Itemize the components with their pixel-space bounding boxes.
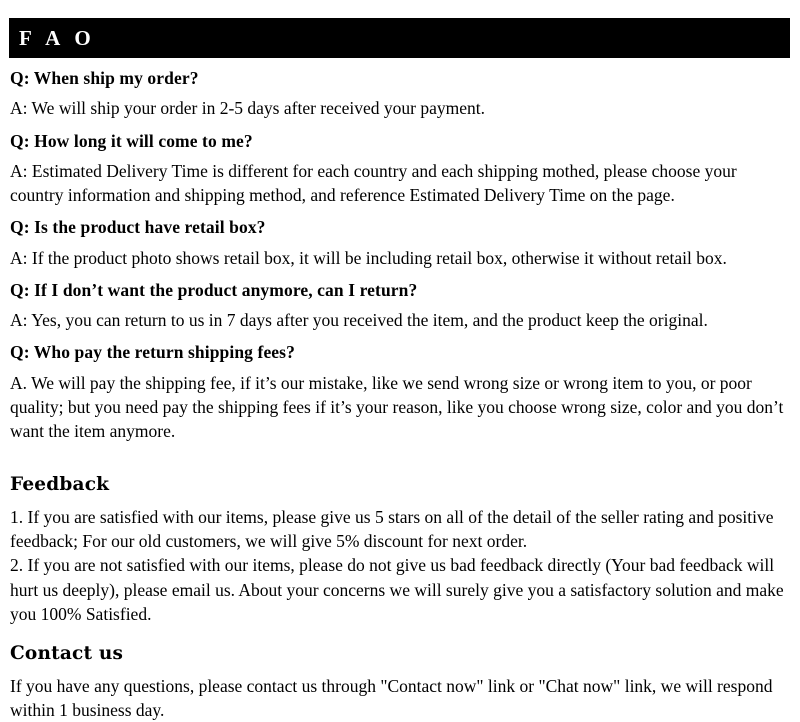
faq-item: Q: Who pay the return shipping fees? A. … <box>9 341 790 443</box>
feedback-heading: Feedback <box>10 474 110 496</box>
faq-answer: A: We will ship your order in 2-5 days a… <box>10 98 486 119</box>
faq-page: F A O Q: When ship my order? A: We will … <box>0 0 800 720</box>
contact-body: If you have any questions, please contac… <box>10 674 790 722</box>
faq-item: Q: If I don’t want the product anymore, … <box>9 279 790 333</box>
feedback-section: Feedback 1. If you are satisfied with ou… <box>9 473 790 626</box>
faq-question: Q: If I don’t want the product anymore, … <box>10 279 418 300</box>
feedback-paragraph: 1. If you are satisfied with our items, … <box>10 507 774 552</box>
faq-answer: A: If the product photo shows retail box… <box>10 247 727 268</box>
feedback-body: 1. If you are satisfied with our items, … <box>10 505 790 626</box>
faq-item: Q: Is the product have retail box? A: If… <box>9 216 790 270</box>
faq-question: Q: Is the product have retail box? <box>10 217 266 238</box>
faq-item: Q: How long it will come to me? A: Estim… <box>9 130 790 208</box>
faq-question: Q: How long it will come to me? <box>10 130 253 151</box>
faq-item: Q: When ship my order? A: We will ship y… <box>9 67 790 121</box>
faq-answer: A. We will pay the shipping fee, if it’s… <box>10 372 784 441</box>
faq-answer: A: Yes, you can return to us in 7 days a… <box>10 310 708 331</box>
faq-question: Q: When ship my order? <box>10 68 199 88</box>
contact-section: Contact us If you have any questions, pl… <box>9 642 790 722</box>
contact-heading: Contact us <box>10 642 124 664</box>
page-title: F A O <box>9 18 790 58</box>
faq-list: Q: When ship my order? A: We will ship y… <box>9 67 790 443</box>
contact-paragraph: If you have any questions, please contac… <box>10 676 773 721</box>
feedback-paragraph: 2. If you are not satisfied with our ite… <box>10 555 784 624</box>
faq-answer: A: Estimated Delivery Time is different … <box>10 160 737 206</box>
faq-question: Q: Who pay the return shipping fees? <box>10 342 295 363</box>
